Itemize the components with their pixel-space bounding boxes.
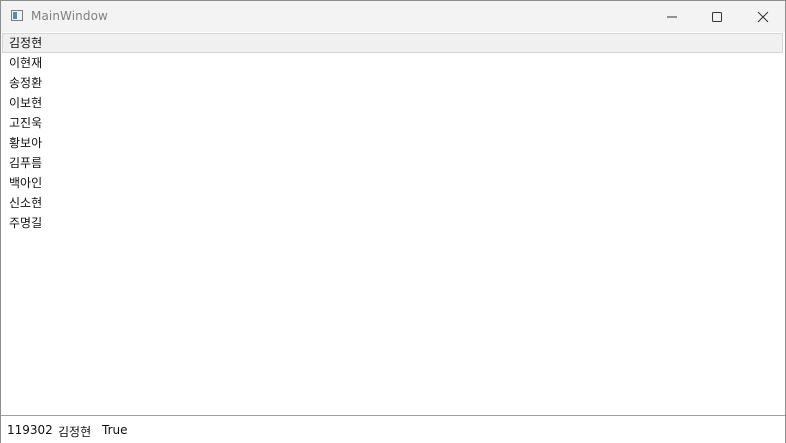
- minimize-button[interactable]: [649, 1, 695, 32]
- main-window: MainWindow 김정현 이현재 송정환 이보현 고진욱 황보아 김푸름 백…: [0, 0, 786, 443]
- title-bar[interactable]: MainWindow: [1, 1, 785, 33]
- list-item[interactable]: 황보아: [2, 133, 783, 153]
- status-name: 김정현: [58, 425, 92, 439]
- status-flag: True: [102, 423, 128, 437]
- list-item[interactable]: 송정환: [2, 73, 783, 93]
- name-listbox[interactable]: 김정현 이현재 송정환 이보현 고진욱 황보아 김푸름 백아인 신소현 주명길: [1, 32, 785, 415]
- status-bar: 119302 김정현 True: [1, 415, 785, 443]
- list-item[interactable]: 신소현: [2, 193, 783, 213]
- maximize-button[interactable]: [694, 1, 740, 32]
- list-item[interactable]: 주명길: [2, 213, 783, 233]
- list-item[interactable]: 고진욱: [2, 113, 783, 133]
- close-button[interactable]: [740, 1, 786, 32]
- list-item[interactable]: 이보현: [2, 93, 783, 113]
- app-window-icon: [11, 10, 23, 21]
- status-id: 119302: [7, 423, 53, 437]
- maximize-icon: [712, 12, 722, 22]
- list-item[interactable]: 백아인: [2, 173, 783, 193]
- list-item[interactable]: 김푸름: [2, 153, 783, 173]
- list-item[interactable]: 이현재: [2, 53, 783, 73]
- list-item[interactable]: 김정현: [2, 33, 783, 53]
- minimize-icon: [667, 16, 677, 18]
- close-icon: [757, 11, 769, 23]
- window-title: MainWindow: [31, 9, 108, 23]
